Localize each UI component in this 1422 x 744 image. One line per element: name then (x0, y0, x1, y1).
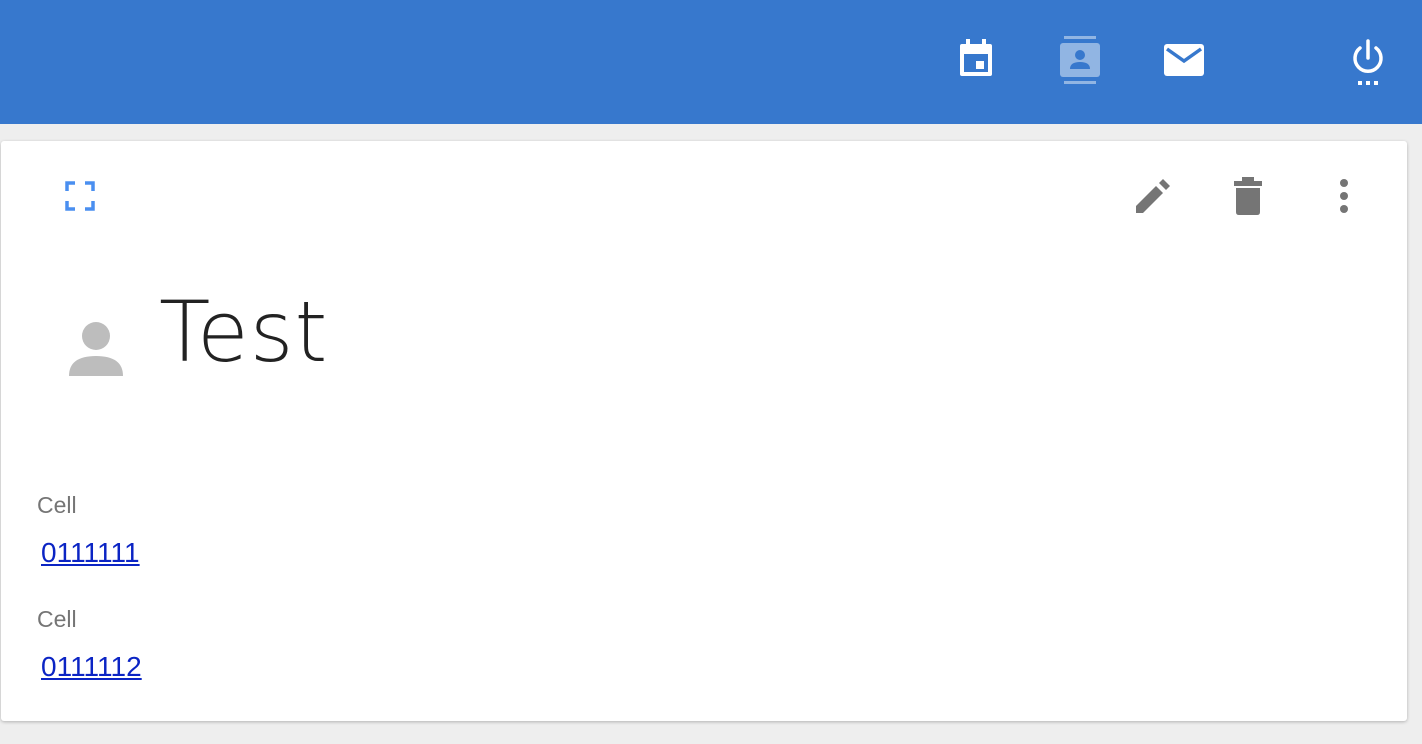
top-app-bar (0, 0, 1422, 124)
contact-name: Test (159, 283, 329, 381)
power-icon[interactable] (1344, 36, 1392, 88)
mail-icon[interactable] (1160, 38, 1208, 82)
edit-icon[interactable] (1129, 175, 1175, 217)
more-vert-icon[interactable] (1325, 175, 1363, 217)
contacts-icon[interactable] (1056, 34, 1104, 86)
fullscreen-icon[interactable] (61, 177, 99, 215)
delete-icon[interactable] (1227, 175, 1269, 217)
contact-card: Test Cell 0111111 Cell 0111112 (1, 141, 1407, 721)
field-label: Cell (37, 606, 77, 632)
field-label: Cell (37, 492, 77, 518)
person-icon (63, 316, 129, 382)
phone-link[interactable]: 0111111 (41, 537, 140, 569)
calendar-icon[interactable] (952, 34, 1000, 84)
phone-link[interactable]: 0111112 (41, 651, 142, 683)
